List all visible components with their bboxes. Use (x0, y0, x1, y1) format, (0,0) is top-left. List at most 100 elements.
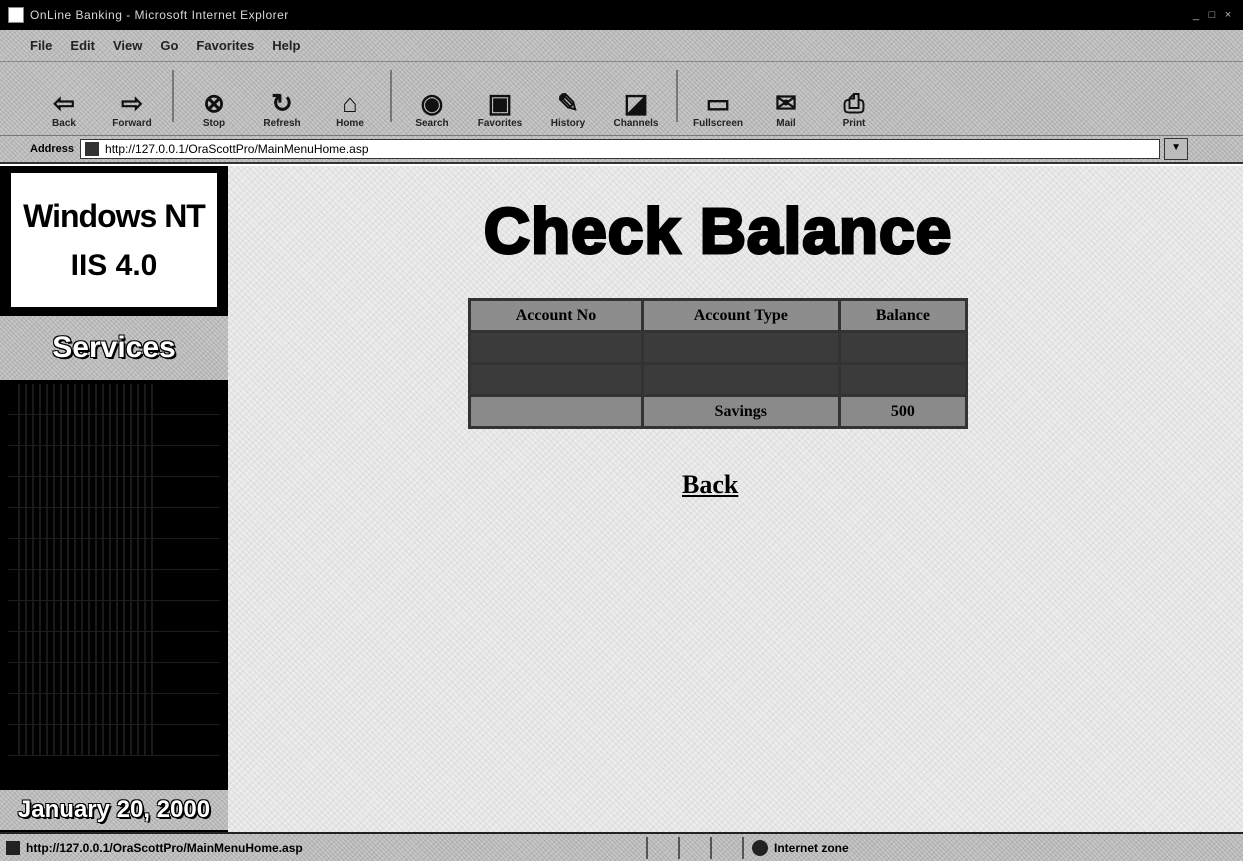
status-url: http://127.0.0.1/OraScottPro/MainMenuHom… (26, 840, 303, 855)
services-nav-item[interactable] (8, 384, 220, 415)
address-label: Address (30, 143, 75, 155)
back-label: Back (52, 118, 76, 129)
account-type-cell (640, 362, 841, 397)
table-row (468, 330, 969, 365)
history-button[interactable]: ✎ History (534, 88, 602, 129)
address-input[interactable]: http://127.0.0.1/OraScottPro/MainMenuHom… (80, 139, 1161, 159)
services-nav-item[interactable] (8, 508, 220, 539)
services-nav-item[interactable] (8, 601, 220, 632)
account-no-cell (468, 330, 644, 365)
status-segment (646, 836, 678, 859)
balance-cell (837, 362, 969, 397)
security-zone: Internet zone (742, 836, 1243, 859)
services-nav-item[interactable] (8, 694, 220, 725)
forward-label: Forward (112, 118, 152, 129)
status-bar: http://127.0.0.1/OraScottPro/MainMenuHom… (0, 832, 1243, 861)
services-nav-item[interactable] (8, 539, 220, 570)
stop-button[interactable]: ⊗ Stop (180, 88, 248, 129)
account-type-cell: Savings (640, 394, 841, 429)
fullscreen-label: Fullscreen (692, 118, 744, 129)
services-nav-item[interactable] (8, 477, 220, 508)
channels-label: Channels (613, 118, 659, 129)
toolbar-separator (676, 69, 678, 122)
services-nav-item[interactable] (8, 446, 220, 477)
column-header-account-type: Account Type (640, 298, 841, 333)
history-icon: ✎ (557, 88, 579, 118)
mail-label: Mail (776, 118, 796, 129)
status-segment (710, 836, 742, 859)
account-type-cell (640, 330, 841, 365)
minimize-button[interactable]: _ (1189, 8, 1203, 22)
balance-table: Account No Account Type Balance Savings … (468, 298, 969, 429)
address-bar: Address http://127.0.0.1/OraScottPro/Mai… (0, 136, 1243, 164)
favorites-button[interactable]: ▣ Favorites (466, 88, 534, 129)
menu-bar: File Edit View Go Favorites Help (0, 30, 1243, 62)
back-button[interactable]: ⇦ Back (30, 88, 98, 129)
brand-line-2: IIS 4.0 (70, 248, 158, 282)
print-icon: ⎙ (843, 88, 865, 118)
toolbar-separator (172, 69, 174, 122)
menu-file[interactable]: File (30, 38, 52, 53)
menu-help[interactable]: Help (272, 38, 300, 53)
services-nav-item[interactable] (8, 570, 220, 601)
server-brand-box: Windows NT IIS 4.0 (8, 170, 220, 310)
forward-button[interactable]: ⇨ Forward (98, 88, 166, 129)
column-header-balance: Balance (837, 298, 969, 333)
page-status-icon (6, 840, 20, 855)
print-button[interactable]: ⎙ Print (820, 88, 888, 129)
window-controls: _ □ × (1189, 8, 1235, 22)
services-nav-item[interactable] (8, 415, 220, 446)
table-row: Savings 500 (468, 394, 969, 429)
toolbar: ⇦ Back ⇨ Forward ⊗ Stop ↻ Refresh ⌂ Home… (0, 62, 1243, 136)
toolbar-separator (390, 69, 392, 122)
close-button[interactable]: × (1221, 8, 1235, 22)
refresh-button[interactable]: ↻ Refresh (248, 88, 316, 129)
services-nav-item[interactable] (8, 663, 220, 694)
services-nav-item[interactable] (8, 725, 220, 756)
history-label: History (550, 118, 586, 129)
search-icon: ◉ (420, 88, 444, 118)
home-icon: ⌂ (342, 88, 358, 118)
services-nav (0, 384, 228, 784)
address-dropdown-button[interactable]: ▼ (1164, 138, 1189, 160)
status-segment (678, 836, 710, 859)
refresh-label: Refresh (263, 118, 301, 129)
menu-view[interactable]: View (113, 38, 142, 53)
address-url: http://127.0.0.1/OraScottPro/MainMenuHom… (105, 142, 369, 156)
page-icon (85, 142, 100, 156)
home-button[interactable]: ⌂ Home (316, 88, 384, 129)
left-sidebar: Windows NT IIS 4.0 Services January 20, … (0, 166, 228, 832)
current-date: January 20, 2000 (0, 790, 228, 830)
maximize-button[interactable]: □ (1205, 8, 1219, 22)
forward-arrow-icon: ⇨ (121, 88, 143, 118)
stop-label: Stop (202, 118, 226, 129)
channels-button[interactable]: ◪ Channels (602, 88, 670, 129)
services-heading: Services (0, 316, 228, 380)
main-content: Check Balance Account No Account Type Ba… (228, 166, 1243, 832)
mail-icon: ✉ (775, 88, 797, 118)
page-title: Check Balance (482, 194, 953, 269)
channels-icon: ◪ (623, 88, 649, 118)
search-label: Search (415, 118, 449, 129)
account-no-cell (468, 394, 644, 429)
status-url-section: http://127.0.0.1/OraScottPro/MainMenuHom… (0, 840, 646, 855)
brand-line-1: Windows NT (23, 197, 206, 234)
menu-edit[interactable]: Edit (70, 38, 95, 53)
home-label: Home (336, 118, 364, 129)
services-nav-item[interactable] (8, 632, 220, 663)
fullscreen-icon: ▭ (705, 88, 731, 118)
mail-button[interactable]: ✉ Mail (752, 88, 820, 129)
favorites-icon: ▣ (487, 88, 513, 118)
table-row (468, 362, 969, 397)
back-arrow-icon: ⇦ (53, 88, 75, 118)
table-header-row: Account No Account Type Balance (468, 298, 969, 333)
menu-favorites[interactable]: Favorites (196, 38, 254, 53)
zone-label: Internet zone (774, 840, 849, 855)
globe-icon (752, 839, 768, 856)
stop-icon: ⊗ (203, 88, 225, 118)
ie-app-icon (8, 7, 24, 23)
menu-go[interactable]: Go (160, 38, 178, 53)
search-button[interactable]: ◉ Search (398, 88, 466, 129)
fullscreen-button[interactable]: ▭ Fullscreen (684, 88, 752, 129)
back-link[interactable]: Back (682, 470, 738, 500)
